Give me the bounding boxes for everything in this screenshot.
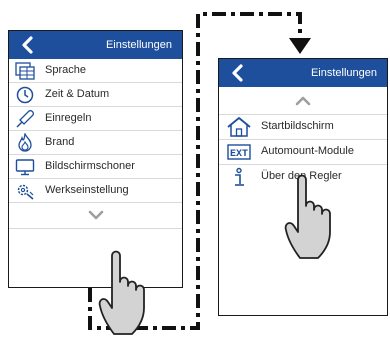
clock-icon bbox=[16, 86, 34, 104]
scroll-down-button[interactable] bbox=[9, 203, 182, 229]
header-bar: Einstellungen bbox=[9, 31, 182, 59]
ext-icon: EXT bbox=[227, 144, 251, 160]
probe-icon bbox=[16, 110, 34, 128]
page-title: Einstellungen bbox=[310, 67, 377, 79]
back-chevron-icon[interactable] bbox=[229, 63, 247, 83]
menu-item-label: Werkseinstellung bbox=[45, 184, 129, 196]
flame-icon bbox=[18, 133, 32, 152]
menu-item-brand[interactable]: Brand bbox=[9, 131, 182, 155]
menu-item-label: Brand bbox=[45, 136, 75, 148]
factory-settings-icon bbox=[17, 184, 34, 200]
header-bar: Einstellungen bbox=[219, 59, 387, 87]
home-icon bbox=[227, 117, 251, 137]
tap-hand-icon bbox=[284, 174, 331, 259]
menu-item-werkseinstellung[interactable]: Werkseinstellung bbox=[9, 179, 182, 203]
menu-item-zeit-datum[interactable]: Zeit & Datum bbox=[9, 83, 182, 107]
settings-menu: Sprache Zeit & Datum Einregeln Brand Bil… bbox=[9, 59, 182, 229]
page-title: Einstellungen bbox=[105, 39, 172, 51]
menu-item-einregeln[interactable]: Einregeln bbox=[9, 107, 182, 131]
menu-item-bildschirmschoner[interactable]: Bildschirmschoner bbox=[9, 155, 182, 179]
menu-item-automount-module[interactable]: EXT Automount-Module bbox=[219, 140, 387, 165]
chevron-up-icon bbox=[295, 96, 311, 106]
info-icon bbox=[235, 167, 244, 186]
ext-icon-text: EXT bbox=[230, 149, 248, 160]
language-panel-icon bbox=[15, 62, 35, 80]
menu-item-label: Zeit & Datum bbox=[45, 88, 110, 100]
scroll-up-button[interactable] bbox=[219, 87, 387, 115]
tap-hand-icon bbox=[98, 250, 145, 335]
menu-item-label: Einregeln bbox=[45, 112, 92, 124]
menu-item-label: Sprache bbox=[45, 64, 86, 76]
chevron-down-icon bbox=[88, 210, 103, 220]
menu-item-label: Bildschirmschoner bbox=[45, 160, 135, 172]
menu-item-startbildschirm[interactable]: Startbildschirm bbox=[219, 115, 387, 140]
back-chevron-icon[interactable] bbox=[19, 35, 37, 55]
menu-item-sprache[interactable]: Sprache bbox=[9, 59, 182, 83]
menu-item-label: Automount-Module bbox=[261, 145, 354, 157]
monitor-icon bbox=[15, 159, 35, 176]
menu-item-label: Startbildschirm bbox=[261, 120, 334, 132]
